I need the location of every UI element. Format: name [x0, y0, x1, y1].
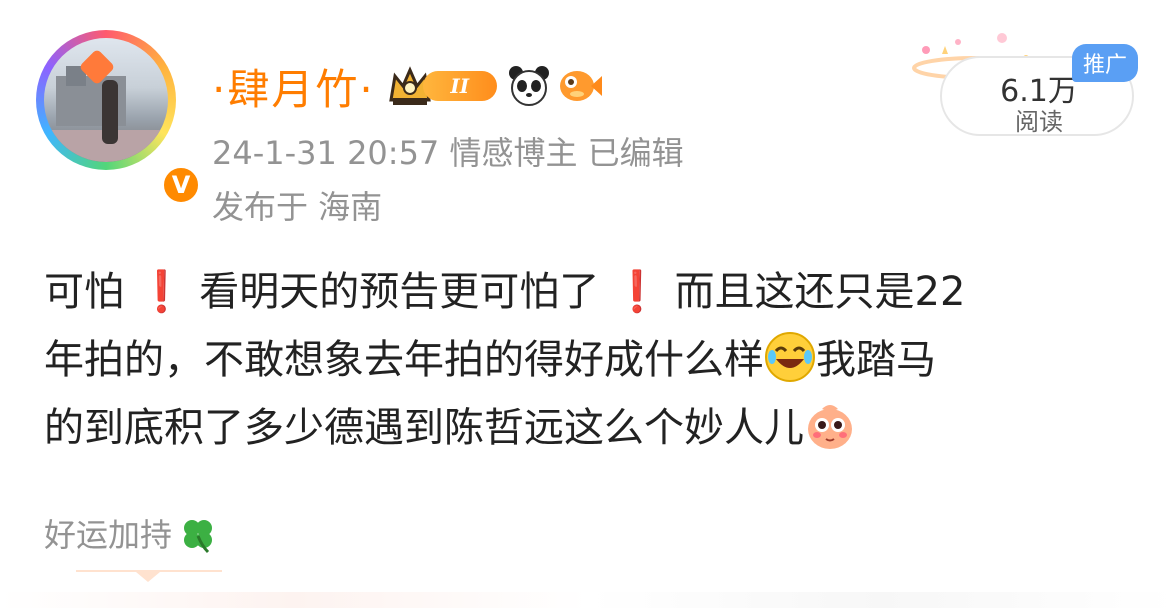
post-text: 年拍的，不敢想象去年拍的得好成什么样 [44, 337, 764, 383]
post-text: 我踏马 [816, 337, 936, 383]
clover-icon [184, 520, 213, 554]
verified-icon: V [160, 164, 202, 206]
post-meta: 24-1-31 20:57 情感博主 已编辑 [212, 134, 684, 172]
exclamation-icon: ❗ [136, 269, 187, 315]
username[interactable]: ·肆月竹· [212, 56, 375, 117]
member-badge[interactable]: II [387, 64, 499, 108]
footer-caption: 好运加持 [44, 510, 218, 556]
level-badge: II [422, 71, 497, 101]
exclamation-icon: ❗ [611, 269, 662, 315]
post-line-3: 的到底积了多少德遇到陈哲远这么个妙人儿 [44, 394, 1144, 462]
post-text: 可怕 [44, 269, 124, 315]
read-label: 阅读 [1015, 108, 1063, 136]
post-text: 的到底积了多少德遇到陈哲远这么个妙人儿 [44, 405, 804, 451]
post-location: 发布于 海南 [212, 188, 383, 226]
footer-caption-text: 好运加持 [44, 516, 173, 554]
post-line-2: 年拍的，不敢想象去年拍的得好成什么样 我踏马 [44, 326, 1144, 394]
avatar-photo [44, 38, 168, 162]
author-row: ·肆月竹· II [212, 58, 603, 114]
divider-caret-icon [136, 572, 160, 582]
post-text: 看明天的预告更可怕了 [199, 269, 600, 315]
promo-tag[interactable]: 推广 [1072, 44, 1138, 82]
bottom-edge [0, 592, 1176, 608]
panda-icon [508, 66, 549, 106]
laughing-emoji-icon [765, 332, 815, 382]
avatar[interactable]: V [36, 30, 202, 206]
post-text: 而且这还只是22 [674, 269, 966, 315]
fish-icon [559, 71, 602, 101]
blush-emoji-icon [808, 405, 852, 449]
post-line-1: 可怕 ❗ 看明天的预告更可怕了 ❗ 而且这还只是22 [44, 258, 1144, 326]
post-body: 可怕 ❗ 看明天的预告更可怕了 ❗ 而且这还只是22 年拍的，不敢想象去年拍的得… [44, 258, 1144, 462]
